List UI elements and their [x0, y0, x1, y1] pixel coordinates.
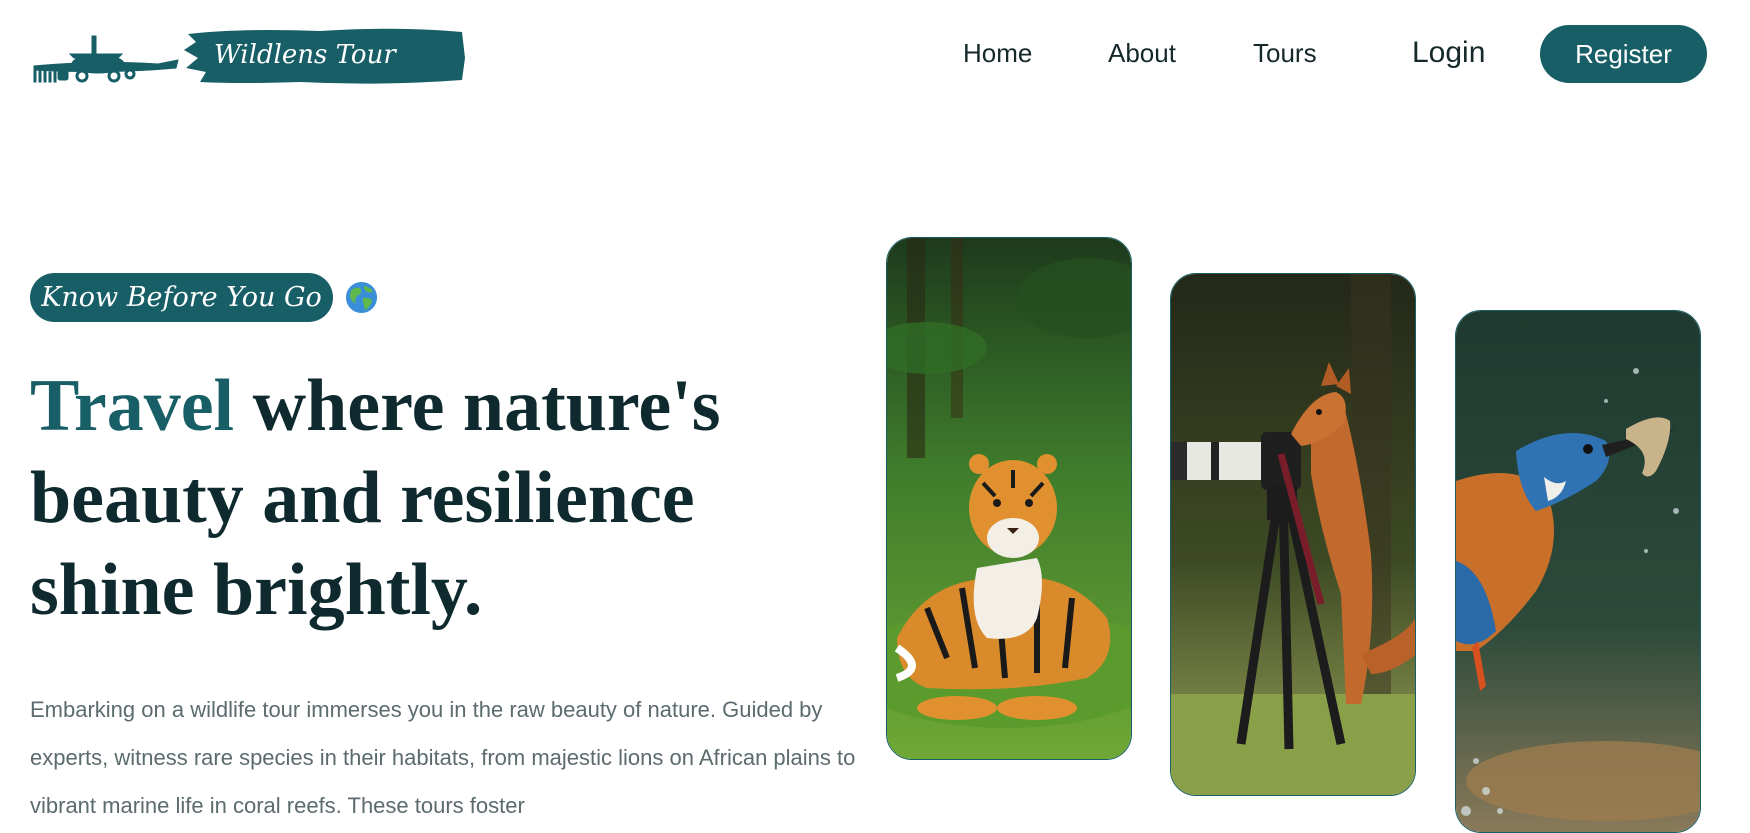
brand-logo[interactable]: Wildlens Tour: [30, 28, 465, 90]
kingfisher-photo: [1456, 311, 1700, 832]
brand-name-badge: Wildlens Tour: [180, 28, 465, 86]
fox-photo-card: [1170, 273, 1416, 796]
headline-accent: Travel: [30, 365, 235, 447]
nav-about[interactable]: About: [1108, 38, 1176, 78]
fox-photo: [1171, 274, 1415, 795]
airplane-icon: [33, 35, 179, 83]
hero-headline: Travel where nature's beauty and resilie…: [30, 360, 830, 636]
nav-tours[interactable]: Tours: [1253, 38, 1317, 78]
tagline-badge: Know Before You Go: [30, 273, 333, 322]
tagline-text: Know Before You Go: [41, 282, 322, 313]
hero-intro-text: Embarking on a wildlife tour immerses yo…: [30, 697, 856, 818]
login-link[interactable]: Login: [1412, 36, 1485, 76]
tiger-photo-card: [886, 237, 1132, 760]
globe-icon: [345, 281, 378, 314]
nav-home[interactable]: Home: [963, 38, 1032, 78]
register-button[interactable]: Register: [1540, 25, 1707, 83]
brand-name: Wildlens Tour: [214, 40, 396, 70]
tiger-photo: [887, 238, 1131, 759]
kingfisher-photo-card: [1455, 310, 1701, 833]
